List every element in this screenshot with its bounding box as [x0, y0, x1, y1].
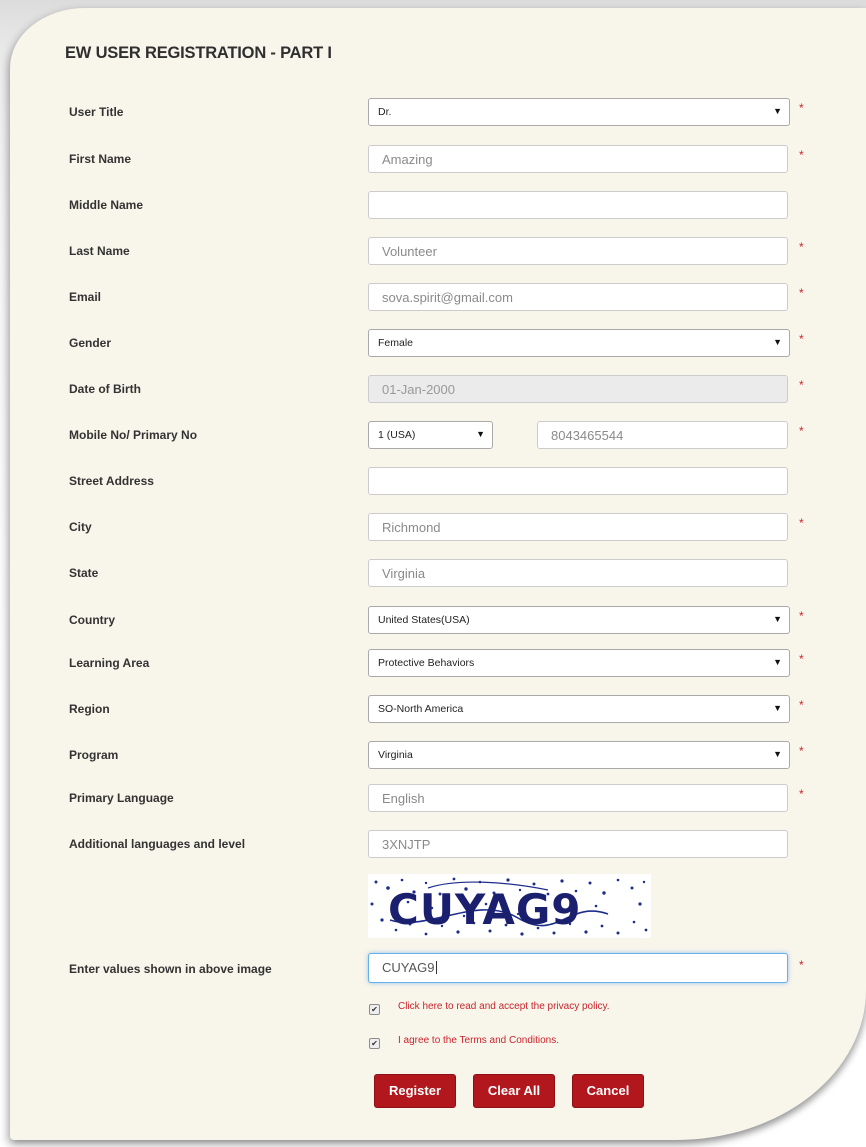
- gender-select[interactable]: Female ▼: [368, 329, 790, 357]
- street-label: Street Address: [69, 474, 154, 488]
- gender-value: Female: [378, 337, 414, 349]
- additional-languages-row: Additional languages and level 3XNJTP: [10, 830, 866, 858]
- region-select[interactable]: SO-North America ▼: [368, 695, 790, 723]
- email-input[interactable]: sova.spirit@gmail.com: [368, 283, 788, 311]
- required-marker: *: [799, 101, 804, 115]
- dob-label: Date of Birth: [69, 382, 141, 396]
- primary-language-row: Primary Language English *: [10, 784, 866, 812]
- state-row: State Virginia: [10, 559, 866, 587]
- country-select[interactable]: United States(USA) ▼: [368, 606, 790, 634]
- captcha-entry-label: Enter values shown in above image: [69, 962, 272, 976]
- required-marker: *: [799, 652, 804, 666]
- required-marker: *: [799, 148, 804, 162]
- country-row: Country United States(USA) ▼ *: [10, 606, 866, 634]
- first-name-row: First Name Amazing *: [10, 145, 866, 173]
- required-marker: *: [799, 609, 804, 623]
- country-label: Country: [69, 613, 115, 627]
- region-value: SO-North America: [378, 703, 464, 715]
- chevron-down-icon: ▼: [476, 429, 485, 439]
- required-marker: *: [799, 744, 804, 758]
- region-label: Region: [69, 702, 110, 716]
- registration-form-card: EW USER REGISTRATION - PART I User Title…: [10, 8, 866, 1140]
- chevron-down-icon: ▼: [773, 657, 782, 667]
- learning-area-row: Learning Area Protective Behaviors ▼ *: [10, 649, 866, 677]
- user-title-row: User Title Dr. ▼ *: [10, 98, 866, 126]
- mobile-label: Mobile No/ Primary No: [69, 428, 198, 442]
- gender-row: Gender Female ▼ *: [10, 329, 866, 357]
- chevron-down-icon: ▼: [773, 703, 782, 713]
- required-marker: *: [799, 787, 804, 801]
- email-row: Email sova.spirit@gmail.com *: [10, 283, 866, 311]
- privacy-policy-link[interactable]: Click here to read and accept the privac…: [398, 1001, 610, 1012]
- required-marker: *: [799, 286, 804, 300]
- additional-languages-label: Additional languages and level: [69, 837, 246, 851]
- first-name-label: First Name: [69, 152, 132, 166]
- learning-area-select[interactable]: Protective Behaviors ▼: [368, 649, 790, 677]
- region-row: Region SO-North America ▼ *: [10, 695, 866, 723]
- dob-row: Date of Birth 01-Jan-2000 *: [10, 375, 866, 403]
- country-code-value: 1 (USA): [378, 429, 416, 441]
- city-label: City: [69, 520, 92, 534]
- chevron-down-icon: ▼: [773, 749, 782, 759]
- chevron-down-icon: ▼: [773, 337, 782, 347]
- required-marker: *: [799, 240, 804, 254]
- required-marker: *: [799, 332, 804, 346]
- street-address-input[interactable]: [368, 467, 788, 495]
- terms-label[interactable]: I agree to the Terms and Conditions.: [398, 1035, 559, 1046]
- captcha-image: CUYAG9: [368, 874, 651, 938]
- gender-label: Gender: [69, 336, 112, 350]
- middle-name-input[interactable]: [368, 191, 788, 219]
- register-button[interactable]: Register: [374, 1074, 456, 1108]
- terms-checkbox[interactable]: ✔: [369, 1038, 380, 1049]
- captcha-text: CUYAG9: [388, 885, 582, 934]
- captcha-entry-row: Enter values shown in above image CUYAG9…: [10, 953, 866, 983]
- required-marker: *: [799, 516, 804, 530]
- page-title: EW USER REGISTRATION - PART I: [65, 44, 332, 62]
- learning-area-value: Protective Behaviors: [378, 657, 475, 669]
- cancel-button[interactable]: Cancel: [572, 1074, 644, 1108]
- required-marker: *: [799, 958, 804, 972]
- middle-name-label: Middle Name: [69, 198, 144, 212]
- dob-input[interactable]: 01-Jan-2000: [368, 375, 788, 403]
- primary-language-label: Primary Language: [69, 791, 174, 805]
- required-marker: *: [799, 378, 804, 392]
- chevron-down-icon: ▼: [773, 106, 782, 116]
- last-name-row: Last Name Volunteer *: [10, 237, 866, 265]
- chevron-down-icon: ▼: [773, 614, 782, 624]
- middle-name-row: Middle Name: [10, 191, 866, 219]
- mobile-row: Mobile No/ Primary No 1 (USA) ▼ 80434655…: [10, 421, 866, 449]
- country-value: United States(USA): [378, 614, 470, 626]
- state-input[interactable]: Virginia: [368, 559, 788, 587]
- state-label: State: [69, 566, 99, 580]
- last-name-input[interactable]: Volunteer: [368, 237, 788, 265]
- street-row: Street Address: [10, 467, 866, 495]
- user-title-value: Dr.: [378, 106, 392, 118]
- city-input[interactable]: Richmond: [368, 513, 788, 541]
- captcha-input[interactable]: CUYAG9: [368, 953, 788, 983]
- user-title-label: User Title: [69, 105, 124, 119]
- first-name-input[interactable]: Amazing: [368, 145, 788, 173]
- program-label: Program: [69, 748, 119, 762]
- additional-languages-input[interactable]: 3XNJTP: [368, 830, 788, 858]
- city-row: City Richmond *: [10, 513, 866, 541]
- learning-area-label: Learning Area: [69, 656, 150, 670]
- required-marker: *: [799, 424, 804, 438]
- privacy-checkbox[interactable]: ✔: [369, 1004, 380, 1015]
- required-marker: *: [799, 698, 804, 712]
- clear-all-button[interactable]: Clear All: [473, 1074, 555, 1108]
- last-name-label: Last Name: [69, 244, 130, 258]
- user-title-select[interactable]: Dr. ▼: [368, 98, 790, 126]
- primary-language-input[interactable]: English: [368, 784, 788, 812]
- program-value: Virginia: [378, 749, 413, 761]
- program-row: Program Virginia ▼ *: [10, 741, 866, 769]
- email-label: Email: [69, 290, 102, 304]
- program-select[interactable]: Virginia ▼: [368, 741, 790, 769]
- country-code-select[interactable]: 1 (USA) ▼: [368, 421, 493, 449]
- phone-number-input[interactable]: 8043465544: [537, 421, 788, 449]
